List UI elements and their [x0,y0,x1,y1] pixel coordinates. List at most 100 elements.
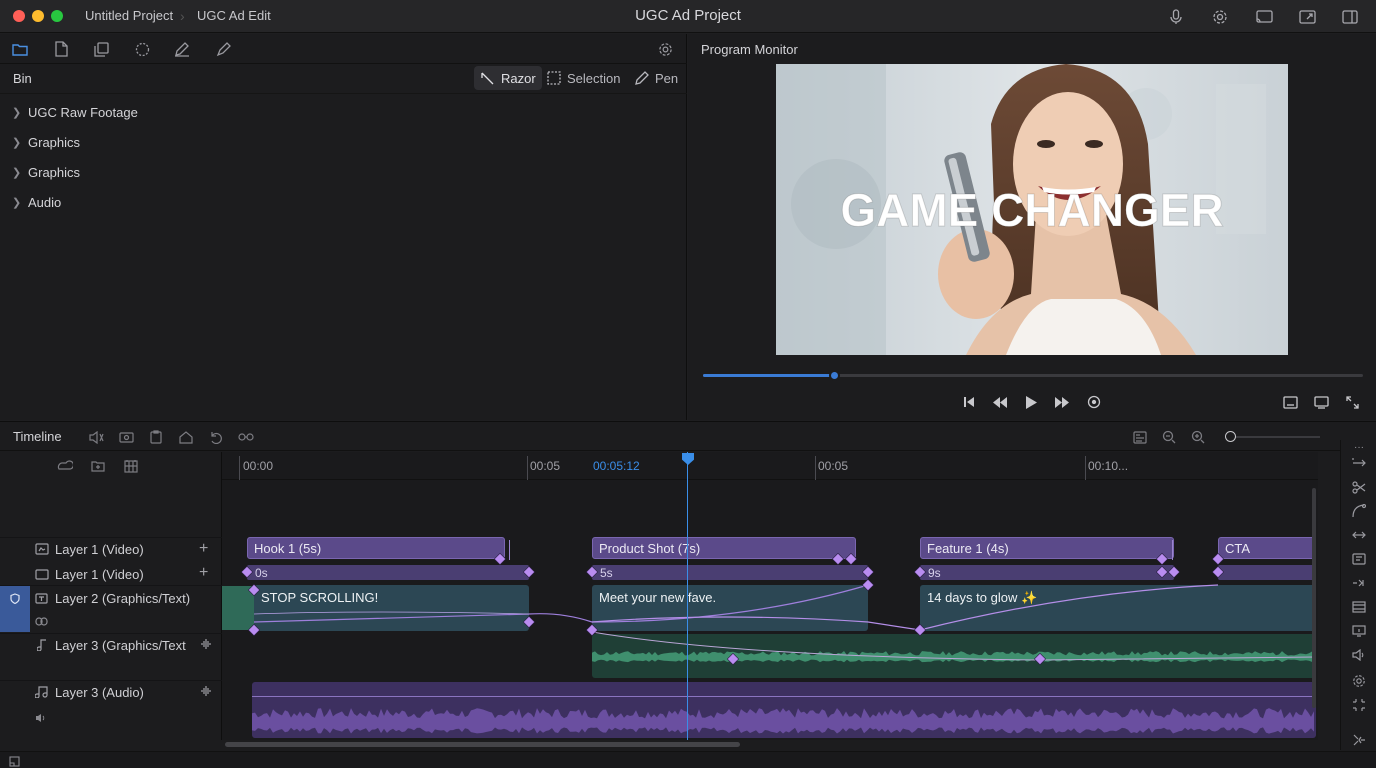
grid-icon[interactable] [122,457,140,475]
keyframe-diamond[interactable] [913,623,927,637]
keyframe-diamond[interactable] [831,552,845,566]
sidebar-toggle-icon[interactable] [1340,7,1360,27]
zoom-slider-track[interactable] [1232,436,1320,438]
settings-icon[interactable] [1210,7,1230,27]
keyframe-diamond[interactable] [1155,552,1169,566]
display-mode-icon[interactable] [1312,393,1330,411]
close-window-button[interactable] [13,10,25,22]
bin-folder-graphics-2[interactable]: ❯ Graphics [12,162,80,182]
safe-margins-icon[interactable] [1281,393,1299,411]
fullscreen-icon[interactable] [1343,393,1361,411]
curve-icon[interactable] [1350,502,1368,520]
keyframe-diamond[interactable] [247,623,261,637]
waveform-icon[interactable] [200,685,212,700]
add-track-icon[interactable]: + [199,564,208,582]
bin-folder-graphics[interactable]: ❯ Graphics [12,132,80,152]
loop-icon[interactable] [1085,393,1103,411]
transition-icon[interactable] [1350,550,1368,568]
crop-icon[interactable] [1350,696,1368,714]
fast-forward-icon[interactable] [1053,393,1071,411]
waveform-icon[interactable] [200,638,212,653]
timeline-tracks-area[interactable]: 00:00 00:05 00:05:12 00:05 00:10... Hook… [222,452,1318,740]
track-row-audio-3[interactable]: Layer 3 (Audio) [0,680,222,740]
audio-mixer-icon[interactable] [1350,646,1368,664]
breadcrumb-edit[interactable]: UGC Ad Edit [197,8,271,23]
document-icon[interactable] [51,39,71,59]
keyframe-diamond[interactable] [861,578,875,592]
keyframe-diamond[interactable] [1211,565,1225,579]
track-row-video-2[interactable]: Layer 1 (Video) + [0,563,222,585]
bin-folder-ugc-raw-footage[interactable]: ❯ UGC Raw Footage [12,102,138,122]
keyframe-diamond[interactable] [844,552,858,566]
brush-icon[interactable] [213,39,233,59]
pen-tool-button[interactable]: Pen [628,66,684,90]
panel-settings-icon[interactable] [655,39,675,59]
speaker-icon[interactable] [35,711,47,726]
microphone-icon[interactable] [1166,7,1186,27]
add-track-icon[interactable]: + [199,540,208,558]
link-icon [35,614,48,629]
copy-icon[interactable] [91,39,111,59]
snapshot-icon[interactable] [1131,428,1149,446]
keyframe-diamond[interactable] [247,583,261,597]
keyframe-diamond[interactable] [726,652,740,666]
track-row-video-1[interactable]: Layer 1 (Video) + [0,537,222,561]
music-note-icon [34,686,48,701]
keyframe-diamond[interactable] [585,565,599,579]
keyframe-diamond[interactable] [1155,565,1169,579]
speed-icon[interactable] [1350,574,1368,592]
pencil-icon[interactable] [172,39,192,59]
filmstrip-icon[interactable] [1350,598,1368,616]
cast-icon[interactable] [1254,7,1274,27]
share-icon[interactable] [1297,7,1317,27]
keyframe-diamond[interactable] [240,565,254,579]
add-folder-icon[interactable] [89,457,107,475]
skip-to-start-icon[interactable] [960,393,978,411]
undo-icon[interactable] [207,428,225,446]
clipboard-icon[interactable] [147,428,165,446]
link-icon[interactable] [237,428,255,446]
keyframe-diamond[interactable] [913,565,927,579]
bin-folder-audio[interactable]: ❯ Audio [12,192,61,212]
track-row-graphics-3[interactable]: Layer 3 (Graphics/Text [0,633,222,679]
zoom-window-button[interactable] [51,10,63,22]
program-monitor-viewer[interactable]: GAME CHANGER [776,64,1288,355]
home-icon[interactable] [177,428,195,446]
rewind-icon[interactable] [991,393,1009,411]
razor-tool-button[interactable]: Razor [474,66,542,90]
volume-icon[interactable] [87,428,105,446]
split-icon[interactable] [1350,478,1368,496]
keyframe-diamond[interactable] [493,552,507,566]
monitor-out-icon[interactable] [1350,622,1368,640]
bin-header: Bin Razor Selection Pen [0,64,687,94]
collapse-icon[interactable] [1350,731,1368,749]
track-options-icon[interactable] [56,457,74,475]
trim-icon[interactable] [1350,454,1368,472]
horizontal-scrollbar[interactable] [225,742,740,747]
track-row-graphics-2[interactable]: Layer 2 (Graphics/Text) [0,585,222,632]
keyframe-diamond[interactable] [522,565,536,579]
keyframe-diamond[interactable] [1033,652,1047,666]
zoom-out-icon[interactable] [1160,428,1178,446]
zoom-in-icon[interactable] [1189,428,1207,446]
keyframe-diamond[interactable] [861,565,875,579]
lasso-icon[interactable] [132,39,152,59]
keyframe-diamond[interactable] [1167,565,1181,579]
play-icon[interactable] [1022,393,1040,411]
playhead-line[interactable] [687,452,688,740]
selection-tool-button[interactable]: Selection [541,66,626,90]
scrub-handle[interactable] [828,370,840,381]
ripple-icon[interactable] [1350,526,1368,544]
camera-icon[interactable] [117,428,135,446]
breadcrumb-project[interactable]: Untitled Project [85,8,173,23]
effects-settings-icon[interactable] [1350,672,1368,690]
folder-icon[interactable] [10,39,30,59]
zoom-slider-handle[interactable] [1225,431,1236,442]
keyframe-diamond[interactable] [1211,552,1225,566]
keyframe-diamond[interactable] [522,615,536,629]
keyframe-diamond[interactable] [585,623,599,637]
minimize-window-button[interactable] [32,10,44,22]
vertical-scrollbar[interactable] [1312,488,1316,708]
scrub-track[interactable] [703,374,1363,377]
panel-toggle-icon[interactable] [9,755,20,768]
